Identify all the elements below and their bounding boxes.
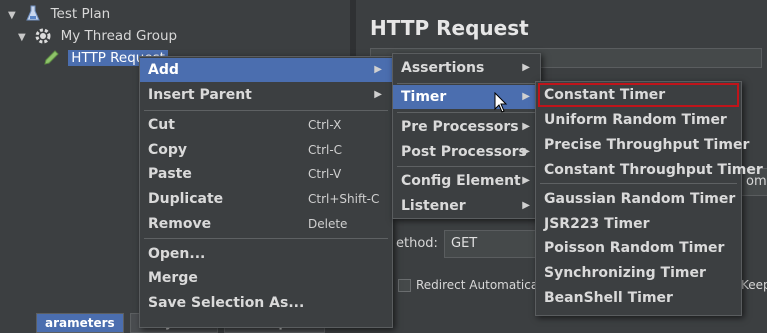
method-select[interactable]: GET [444,230,541,258]
menu-item-label: Merge [148,270,198,286]
menu-item-label: Poisson Random Timer [544,240,725,256]
menu-item-label: BeanShell Timer [544,290,673,306]
menu-item-label: Open... [148,246,206,262]
menu-item-label: Paste [148,166,192,182]
menu-separator [397,166,536,167]
submenu-arrow-icon: ▶ [522,175,530,186]
menu-item-remove[interactable]: Remove Delete [140,212,392,236]
menu-separator [397,112,536,113]
menu-item-constant-throughput-timer[interactable]: Constant Throughput Timer [536,158,763,182]
menu-item-label: Save Selection As... [148,295,305,311]
menu-separator [144,110,388,111]
tree-item-label: My Thread Group [60,28,178,44]
menu-item-label: Timer [401,89,447,105]
menu-item-uniform-random-timer[interactable]: Uniform Random Timer [536,108,741,132]
menu-item-label: Cut [148,117,175,133]
menu-item-post-processors[interactable]: Post Processors ▶ [393,140,540,164]
menu-item-label: Gaussian Random Timer [544,191,736,207]
menu-separator [540,183,737,184]
menu-item-save-selection[interactable]: Save Selection As... [140,291,392,315]
menu-item-poisson-random-timer[interactable]: Poisson Random Timer [536,236,741,260]
shortcut-label: Ctrl-X [308,118,342,132]
menu-item-beanshell-timer[interactable]: BeanShell Timer [536,286,741,310]
menu-item-jsr223-timer[interactable]: JSR223 Timer [536,212,741,236]
menu-item-label: Post Processors [401,144,527,160]
tree-item-thread-group[interactable]: ▼ My Thread Group [18,25,177,47]
menu-item-label: Remove [148,216,212,232]
menu-item-gaussian-random-timer[interactable]: Gaussian Random Timer [536,187,741,211]
menu-item-label: Listener [401,198,466,214]
menu-item-duplicate[interactable]: Duplicate Ctrl+Shift-C [140,187,392,211]
gear-icon [35,28,51,44]
menu-item-label: Copy [148,142,188,158]
method-label: ethod: [396,236,438,251]
menu-item-pre-processors[interactable]: Pre Processors ▶ [393,115,540,139]
menu-item-precise-throughput-timer[interactable]: Precise Throughput Timer [536,133,749,157]
menu-item-timer[interactable]: Timer ▶ [393,85,540,109]
tree-item-test-plan[interactable]: ▼ Test Plan [8,3,110,25]
menu-item-paste[interactable]: Paste Ctrl-V [140,162,392,186]
menu-separator [397,83,536,84]
submenu-arrow-icon: ▶ [374,64,382,75]
redirect-checkbox[interactable] [398,279,411,292]
menu-item-synchronizing-timer[interactable]: Synchronizing Timer [536,261,741,285]
submenu-arrow-icon: ▶ [522,146,530,157]
menu-item-label: Assertions [401,60,485,76]
pencil-icon [44,50,59,65]
shortcut-label: Ctrl-V [308,167,342,181]
menu-item-label: Constant Throughput Timer [544,162,763,178]
expand-arrow-icon[interactable]: ▼ [18,27,30,49]
flask-icon [26,5,41,21]
tab-parameters[interactable]: arameters [36,313,124,333]
menu-item-label: Constant Timer [544,87,666,103]
submenu-arrow-icon: ▶ [522,91,530,102]
menu-item-listener[interactable]: Listener ▶ [393,194,540,218]
menu-item-label: Precise Throughput Timer [544,137,750,153]
menu-item-config-element[interactable]: Config Element ▶ [393,169,540,193]
expand-arrow-icon[interactable]: ▼ [8,5,20,27]
submenu-arrow-icon: ▶ [522,62,530,73]
menu-item-copy[interactable]: Copy Ctrl-C [140,138,392,162]
menu-item-add[interactable]: Add ▶ [140,58,392,82]
menu-item-label: Duplicate [148,191,224,207]
menu-item-label: Synchronizing Timer [544,265,706,281]
menu-item-label: Pre Processors [401,119,519,135]
menu-item-merge[interactable]: Merge [140,266,392,290]
add-submenu: Assertions ▶ Timer ▶ Pre Processors ▶ Po… [392,53,541,219]
menu-item-constant-timer[interactable]: Constant Timer [538,83,739,107]
mouse-cursor-icon [494,92,508,113]
keep-label: Keep [741,278,767,292]
page-title: HTTP Request [370,16,529,40]
submenu-arrow-icon: ▶ [522,121,530,132]
shortcut-label: Ctrl+Shift-C [308,192,380,206]
menu-item-cut[interactable]: Cut Ctrl-X [140,113,392,137]
menu-item-label: Insert Parent [148,87,252,103]
menu-item-label: JSR223 Timer [544,216,650,232]
submenu-arrow-icon: ▶ [374,89,382,100]
redirect-label: Redirect Automatical [416,278,542,292]
submenu-arrow-icon: ▶ [522,200,530,211]
timer-submenu: Constant Timer Uniform Random Timer Prec… [535,81,763,316]
shortcut-label: Delete [308,217,348,231]
menu-separator [144,238,388,239]
menu-item-label: Uniform Random Timer [544,112,727,128]
shortcut-label: Ctrl-C [308,143,343,157]
context-menu: Add ▶ Insert Parent ▶ Cut Ctrl-X Copy Ct… [139,56,393,328]
method-value: GET [451,236,478,251]
menu-item-label: Config Element [401,173,521,189]
menu-item-label: Add [148,62,179,78]
menu-item-assertions[interactable]: Assertions ▶ [393,56,540,80]
menu-item-insert-parent[interactable]: Insert Parent ▶ [140,83,392,107]
menu-item-open[interactable]: Open... [140,242,392,266]
tree-item-label: Test Plan [50,6,111,22]
